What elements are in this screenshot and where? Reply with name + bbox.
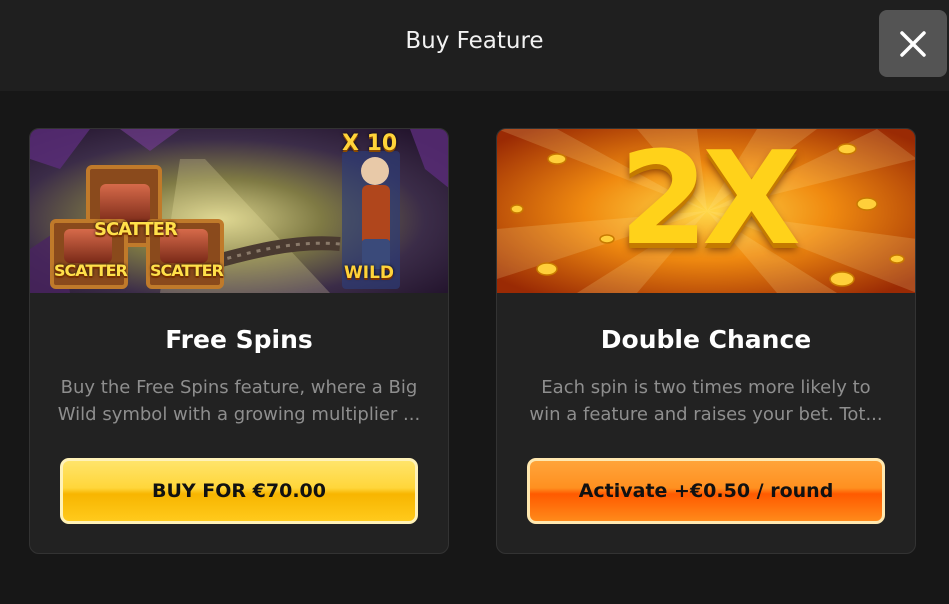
card-title: Double Chance (600, 325, 812, 354)
multiplier-label: X 10 (342, 131, 398, 156)
activate-double-chance-button[interactable]: Activate +€0.50 / round (527, 458, 885, 524)
card-description: Each spin is two times more likely to wi… (521, 374, 891, 428)
close-icon (900, 30, 926, 57)
buy-free-spins-button[interactable]: BUY FOR €70.00 (60, 458, 418, 524)
card-title: Free Spins (165, 325, 313, 354)
free-spins-card: X 10 SCATTER SCATTER SCATTER WILD Free S… (29, 128, 449, 554)
modal-title: Buy Feature (405, 28, 544, 54)
scatter-label-top: SCATTER (94, 219, 178, 240)
close-button[interactable] (879, 10, 947, 77)
description-line: Wild symbol with a growing multiplier ..… (57, 404, 421, 425)
double-chance-banner: 2X (497, 129, 915, 293)
description-line: Each spin is two times more likely to (541, 377, 871, 398)
scatter-label-right: SCATTER (150, 261, 224, 280)
description-line: win a feature and raises your bet. Tot..… (529, 404, 883, 425)
free-spins-banner: X 10 SCATTER SCATTER SCATTER WILD (30, 129, 448, 293)
double-chance-big-label: 2X (619, 129, 801, 274)
card-description: Buy the Free Spins feature, where a Big … (54, 374, 424, 428)
description-line: Buy the Free Spins feature, where a Big (60, 377, 418, 398)
double-chance-card: 2X Double Chance Each spin is two times … (496, 128, 916, 554)
wild-label: WILD (344, 263, 395, 283)
scatter-label-left: SCATTER (54, 261, 128, 280)
modal-header: Buy Feature (0, 0, 949, 91)
